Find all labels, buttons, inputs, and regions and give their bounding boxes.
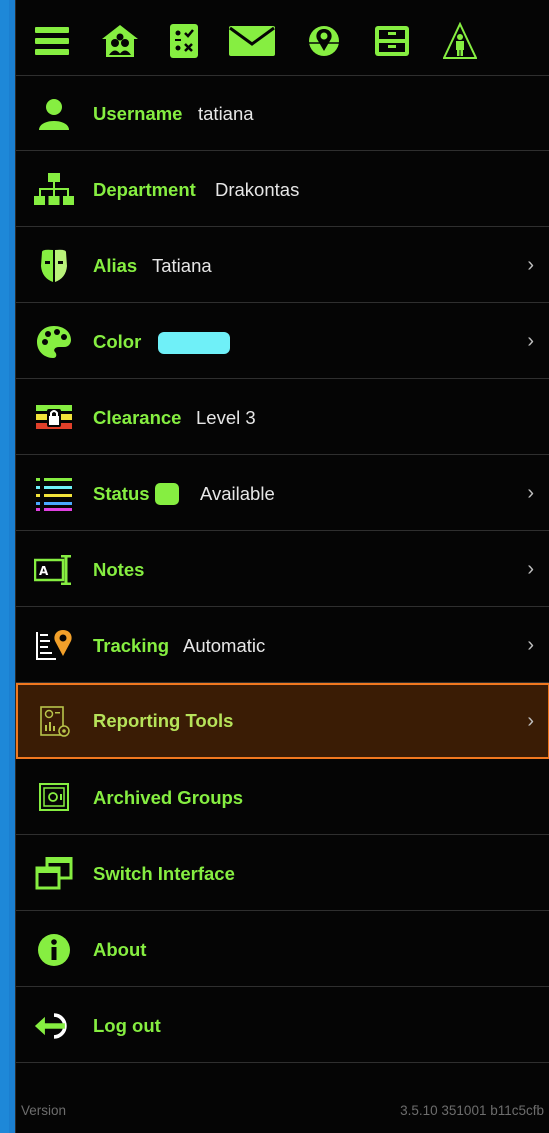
safe-icon [34, 778, 74, 818]
group-home-icon[interactable] [96, 20, 144, 62]
about-row[interactable]: About [16, 912, 549, 987]
person-triangle-icon[interactable] [436, 20, 484, 62]
notes-row[interactable]: A Notes › [16, 532, 549, 607]
report-icon [34, 702, 74, 742]
username-value: tatiana [198, 103, 254, 124]
clearance-label: Clearance [93, 407, 182, 428]
color-label: Color [93, 331, 142, 352]
chevron-right-icon: › [527, 558, 534, 580]
version-footer: Version 3.5.10 351001 b11c5cfb [16, 1090, 549, 1133]
department-label: Department [93, 179, 196, 200]
logout-row[interactable]: Log out [16, 988, 549, 1063]
lock-stripes-icon [34, 398, 74, 438]
org-chart-icon [34, 170, 74, 210]
alias-row[interactable]: Alias Tatiana › [16, 228, 549, 303]
tracking-label: Tracking [93, 635, 170, 656]
username-label: Username [93, 103, 183, 124]
switch-interface-row[interactable]: Switch Interface [16, 836, 549, 911]
top-toolbar [16, 0, 549, 76]
cabinet-icon[interactable] [368, 20, 416, 62]
status-color-badge [155, 483, 179, 505]
status-row[interactable]: Status Available › [16, 456, 549, 531]
map-pin-icon[interactable] [300, 20, 348, 62]
chevron-right-icon: › [527, 710, 534, 732]
department-value: Drakontas [215, 179, 300, 200]
reporting-tools-row[interactable]: Reporting Tools › [16, 683, 549, 759]
version-label: Version [21, 1103, 67, 1118]
mail-icon[interactable] [228, 20, 276, 62]
svg-text:A: A [39, 564, 49, 578]
windows-icon [34, 854, 74, 894]
alias-label: Alias [93, 255, 138, 276]
chevron-right-icon: › [527, 254, 534, 276]
status-label: Status [93, 483, 150, 504]
version-number: 3.5.10 351001 b11c5cfb [400, 1103, 544, 1118]
user-icon [34, 94, 74, 134]
palette-icon [34, 322, 74, 362]
location-pin-icon [34, 626, 74, 666]
status-value: Available [200, 483, 275, 504]
chevron-right-icon: › [527, 330, 534, 352]
mask-icon [34, 246, 74, 286]
tracking-value: Automatic [183, 635, 266, 656]
about-label: About [93, 939, 147, 960]
clearance-row: Clearance Level 3 [16, 380, 549, 455]
archived-groups-label: Archived Groups [93, 787, 244, 808]
color-row[interactable]: Color › [16, 304, 549, 379]
chevron-right-icon: › [527, 482, 534, 504]
checklist-icon[interactable] [160, 20, 208, 62]
switch-interface-label: Switch Interface [93, 863, 235, 884]
alias-value: Tatiana [152, 255, 212, 276]
chevron-right-icon: › [527, 634, 534, 656]
info-icon [34, 930, 74, 970]
text-cursor-icon: A [34, 550, 74, 590]
logout-label: Log out [93, 1015, 161, 1036]
settings-panel: Username tatiana Department Drakontas Al… [15, 0, 549, 1133]
username-row: Username tatiana [16, 76, 549, 151]
archived-groups-row[interactable]: Archived Groups [16, 760, 549, 835]
logout-icon [34, 1006, 74, 1046]
clearance-value: Level 3 [196, 407, 256, 428]
color-swatch [158, 332, 230, 354]
tracking-row[interactable]: Tracking Automatic › [16, 608, 549, 683]
notes-label: Notes [93, 559, 145, 580]
reporting-tools-label: Reporting Tools [93, 710, 234, 731]
menu-icon[interactable] [28, 20, 76, 62]
list-icon [34, 474, 74, 514]
department-row: Department Drakontas [16, 152, 549, 227]
